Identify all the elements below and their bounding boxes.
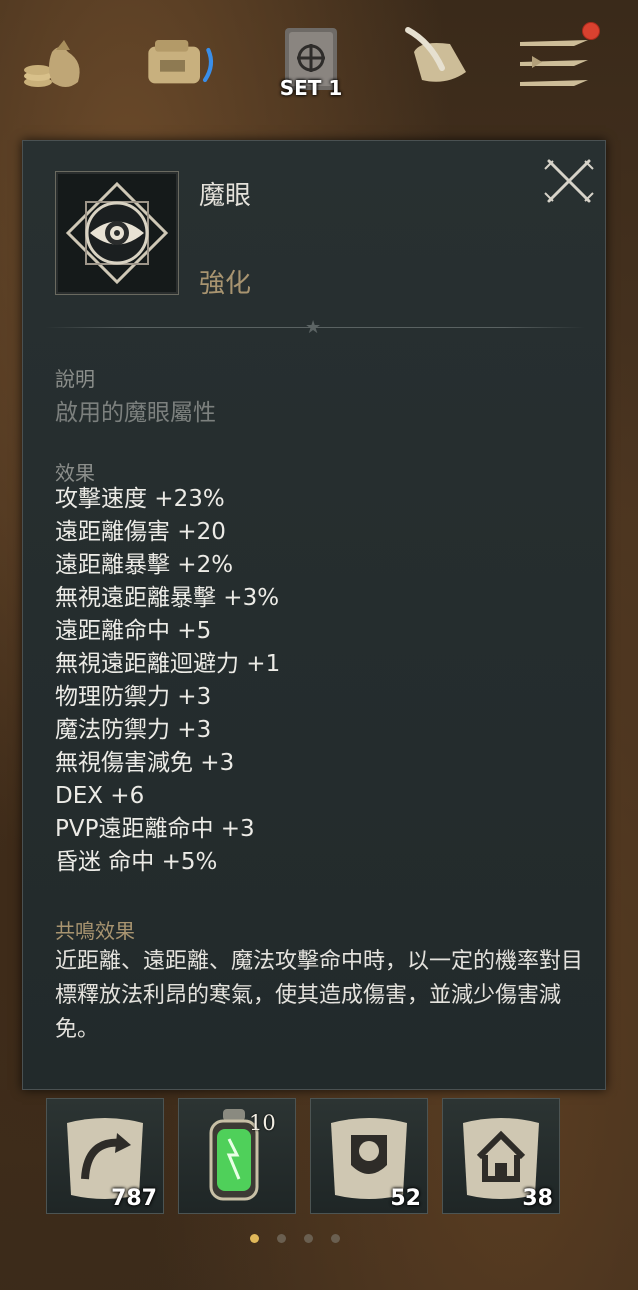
divider-star-icon: ★: [305, 317, 322, 338]
effect-line: 無視傷害減免 +3: [55, 750, 235, 776]
slot-count: 38: [522, 1186, 553, 1211]
description-label: 說明: [55, 367, 95, 391]
quick-slot-lion-scroll[interactable]: 52: [310, 1098, 428, 1214]
green-potion-icon: [209, 1109, 259, 1201]
close-icon: [544, 159, 594, 203]
effect-line: 攻擊速度 +23%: [55, 486, 225, 512]
page-dot[interactable]: [277, 1234, 286, 1243]
top-bar: SET 1: [0, 0, 638, 120]
quick-slot-home-scroll[interactable]: 38: [442, 1098, 560, 1214]
notification-dot: [582, 22, 600, 40]
set-label[interactable]: SET 1: [276, 76, 346, 100]
slot-count: 52: [390, 1186, 421, 1211]
slot-level: 10: [249, 1111, 276, 1135]
effect-line: 遠距離暴擊 +2%: [55, 552, 234, 578]
effect-line: 魔法防禦力 +3: [55, 717, 212, 743]
slot-count: 787: [111, 1186, 157, 1211]
effect-line: 物理防禦力 +3: [55, 684, 212, 710]
effects-list: 攻擊速度 +23% 遠距離傷害 +20 遠距離暴擊 +2% 無視遠距離暴擊 +3…: [55, 483, 595, 879]
effect-line: PVP遠距離命中 +3: [55, 816, 255, 842]
effect-line: 無視遠距離暴擊 +3%: [55, 585, 280, 611]
magic-eye-icon: [65, 181, 169, 285]
description-text: 啟用的魔眼屬性: [55, 400, 216, 426]
item-detail-panel: 魔眼 強化 ★ 說明 啟用的魔眼屬性 效果 攻擊速度 +23% 遠距離傷害 +2…: [22, 140, 606, 1090]
inventory-bag-icon[interactable]: [140, 20, 220, 100]
effect-line: 昏迷 命中 +5%: [55, 849, 218, 875]
effect-line: 遠距離傷害 +20: [55, 519, 226, 545]
coin-bag-icon[interactable]: [14, 20, 94, 100]
quick-slot-potion[interactable]: 10: [178, 1098, 296, 1214]
resonance-label: 共鳴效果: [55, 919, 135, 943]
item-name: 魔眼: [199, 181, 252, 211]
page-dot[interactable]: [304, 1234, 313, 1243]
page-dot[interactable]: [331, 1234, 340, 1243]
close-button[interactable]: [543, 155, 595, 207]
quick-slot-return-scroll[interactable]: 787: [46, 1098, 164, 1214]
page-dot-active[interactable]: [250, 1234, 259, 1243]
item-type: 強化: [199, 269, 252, 299]
item-icon-frame: [55, 171, 179, 295]
effect-line: 遠距離命中 +5: [55, 618, 212, 644]
effect-line: 無視遠距離迴避力 +1: [55, 651, 281, 677]
quest-scroll-icon[interactable]: [398, 20, 478, 100]
effect-line: DEX +6: [55, 783, 145, 809]
effects-label: 效果: [55, 461, 95, 485]
slot-page-indicator: [250, 1234, 340, 1243]
resonance-text: 近距離、遠距離、魔法攻擊命中時，以一定的機率對目標釋放法利昂的寒氣，使其造成傷害…: [55, 949, 584, 1042]
